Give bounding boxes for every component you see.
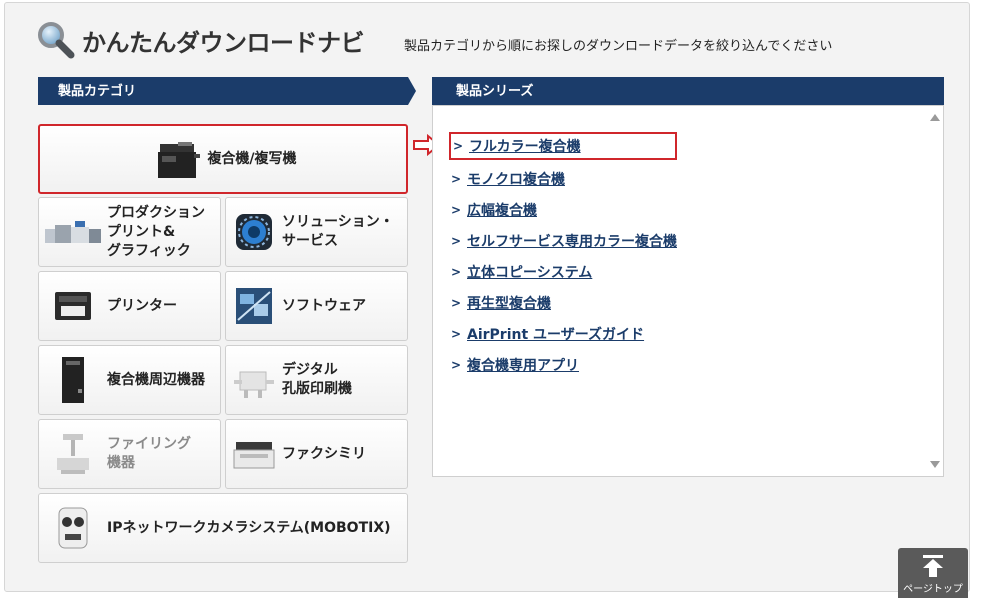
series-link[interactable]: 再生型複合機 [467, 293, 551, 313]
series-link[interactable]: 立体コピーシステム [467, 262, 592, 282]
series-link[interactable]: フルカラー複合機 [469, 136, 581, 156]
chevron-right-icon: > [451, 264, 462, 279]
series-list: > フルカラー複合機 > モノクロ複合機 > 広幅複合機 > セルフサービス専用… [449, 132, 677, 380]
search-icon [36, 20, 76, 60]
solution-app-icon [232, 207, 276, 257]
series-item-full-color-mfp[interactable]: > フルカラー複合機 [449, 132, 677, 160]
category-label: 孔版印刷機 [282, 381, 352, 397]
production-printer-icon [45, 207, 101, 257]
chevron-right-icon: > [451, 233, 462, 248]
category-label: プリンター [107, 297, 177, 314]
filing-device-icon [45, 429, 101, 479]
scroll-down-icon[interactable] [930, 461, 940, 468]
category-label: ソリューション・ [282, 214, 394, 230]
series-item-mono-mfp[interactable]: > モノクロ複合機 [451, 163, 677, 194]
series-item-mfp-apps[interactable]: > 複合機専用アプリ [451, 349, 677, 380]
software-icon [232, 281, 276, 331]
category-label: プロダクション [107, 204, 205, 221]
category-label: 機器 [107, 455, 135, 471]
series-item-3d-copy-system[interactable]: > 立体コピーシステム [451, 256, 677, 287]
series-item-self-service-color-mfp[interactable]: > セルフサービス専用カラー複合機 [451, 225, 677, 256]
chevron-right-icon: > [451, 326, 462, 341]
page-top-button[interactable]: ページトップ [898, 548, 968, 598]
series-link[interactable]: モノクロ複合機 [467, 169, 565, 189]
network-camera-icon [45, 503, 101, 553]
peripheral-icon [45, 355, 101, 405]
series-item-wide-format-mfp[interactable]: > 広幅複合機 [451, 194, 677, 225]
category-mfp-copier[interactable]: 複合機/複写機 [38, 124, 408, 194]
series-link[interactable]: セルフサービス専用カラー複合機 [467, 231, 677, 251]
category-filing-equipment[interactable]: ファイリング 機器 [38, 419, 221, 489]
series-scrollbar[interactable] [927, 106, 943, 476]
series-heading: 製品シリーズ [432, 77, 944, 105]
page-top-label: ページトップ [903, 584, 963, 595]
category-mfp-peripherals[interactable]: 複合機周辺機器 [38, 345, 221, 415]
category-software[interactable]: ソフトウェア [225, 271, 408, 341]
category-production-print[interactable]: プロダクション プリント& グラフィック [38, 197, 221, 267]
series-item-refurbished-mfp[interactable]: > 再生型複合機 [451, 287, 677, 318]
series-link[interactable]: 複合機専用アプリ [467, 355, 579, 375]
printer-icon [45, 281, 101, 331]
category-label: グラフィック [107, 242, 191, 259]
series-item-airprint-guide[interactable]: > AirPrint ユーザーズガイド [451, 318, 677, 349]
category-label: ソフトウェア [282, 297, 366, 314]
category-solution-service[interactable]: ソリューション・ サービス [225, 197, 408, 267]
page-title: かんたんダウンロードナビ [82, 28, 365, 57]
category-label: 複合機周辺機器 [107, 371, 205, 388]
duplicator-icon [232, 355, 276, 405]
chevron-right-icon: > [451, 295, 462, 310]
fax-icon [232, 429, 276, 479]
category-label: 複合機/複写機 [207, 150, 297, 167]
arrow-up-to-top-icon [921, 555, 945, 577]
chevron-right-icon: > [451, 357, 462, 372]
chevron-right-icon: > [451, 202, 462, 217]
category-label: IPネットワークカメラシステム(MOBOTIX) [107, 519, 391, 536]
category-label: デジタル [282, 362, 338, 378]
category-label: ファクシミリ [282, 445, 366, 462]
category-heading: 製品カテゴリ [38, 77, 416, 105]
mfp-thumbnail-icon [155, 134, 201, 184]
series-link[interactable]: AirPrint ユーザーズガイド [467, 324, 644, 344]
header: かんたんダウンロードナビ [36, 20, 365, 60]
category-ip-network-camera[interactable]: IPネットワークカメラシステム(MOBOTIX) [38, 493, 408, 563]
category-facsimile[interactable]: ファクシミリ [225, 419, 408, 489]
series-list-box: > フルカラー複合機 > モノクロ複合機 > 広幅複合機 > セルフサービス専用… [432, 105, 944, 477]
chevron-right-icon: > [451, 171, 462, 186]
category-label: プリント& [107, 223, 176, 240]
series-link[interactable]: 広幅複合機 [467, 200, 537, 220]
chevron-right-icon: > [453, 139, 464, 153]
category-printer[interactable]: プリンター [38, 271, 221, 341]
scroll-up-icon[interactable] [930, 114, 940, 121]
category-digital-duplicator[interactable]: デジタル 孔版印刷機 [225, 345, 408, 415]
page-subtitle: 製品カテゴリから順にお探しのダウンロードデータを絞り込んでください [404, 39, 833, 54]
category-label: ファイリング [107, 436, 191, 452]
category-label: サービス [282, 233, 338, 249]
